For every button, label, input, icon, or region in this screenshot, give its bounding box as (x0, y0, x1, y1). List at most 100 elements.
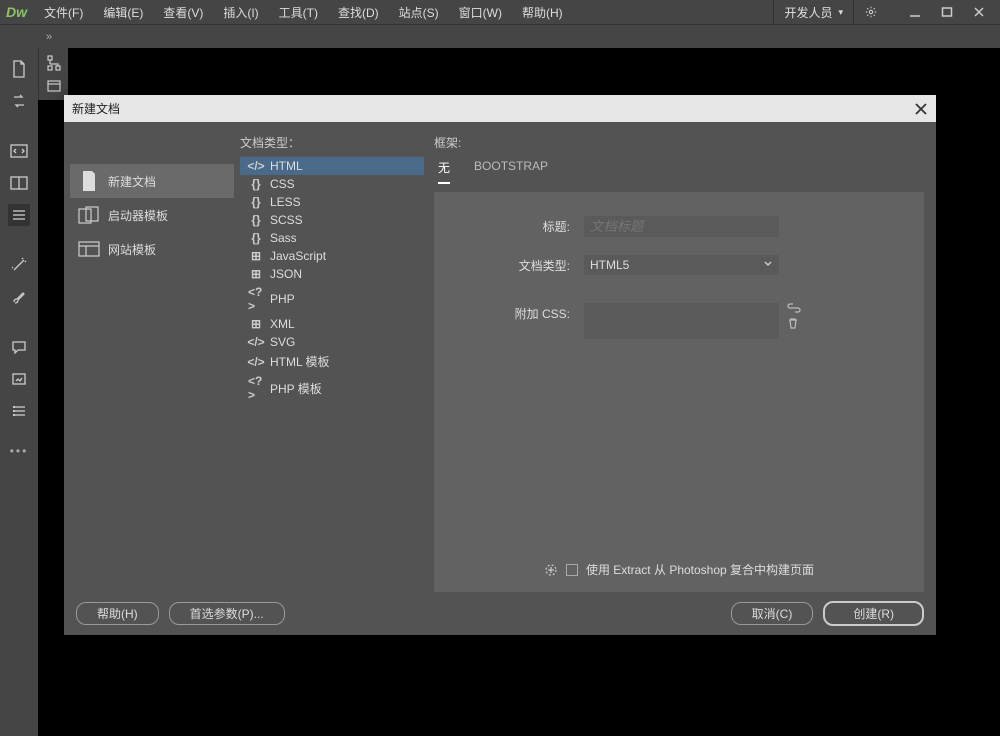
workspace-switcher[interactable]: 开发人员 ▾ (773, 0, 854, 24)
menu-edit[interactable]: 编辑(E) (94, 4, 152, 21)
category-label: 新建文档 (108, 173, 156, 190)
starter-icon (78, 206, 100, 224)
menubar: Dw 文件(F) 编辑(E) 查看(V) 插入(I) 工具(T) 查找(D) 站… (0, 0, 1000, 24)
menu-view[interactable]: 查看(V) (154, 4, 212, 21)
rail-panel (38, 48, 68, 100)
file-icon[interactable] (8, 58, 30, 80)
extract-icon (544, 563, 558, 577)
dialog-close-button[interactable] (914, 102, 928, 116)
dialog-footer: 帮助(H) 首选参数(P)... 取消(C) 创建(R) (64, 592, 936, 635)
tab-overflow-marker[interactable]: » (46, 31, 52, 43)
tab-strip: » (0, 24, 1000, 48)
tab-none[interactable]: 无 (438, 157, 450, 184)
braces-icon: {} (248, 231, 264, 245)
menu-site[interactable]: 站点(S) (390, 4, 448, 21)
code-icon: </> (248, 159, 264, 173)
panel-icon[interactable] (46, 78, 62, 94)
new-document-dialog: 新建文档 新建文档 启动器模板 网站模板 文档类型： </>HTML (64, 95, 936, 635)
doctype-item-css[interactable]: {}CSS (240, 175, 424, 193)
file-icon (78, 172, 100, 190)
code-icon[interactable] (8, 140, 30, 162)
doctype-item-html[interactable]: </>HTML (240, 157, 424, 175)
category-site-templates[interactable]: 网站模板 (70, 232, 234, 266)
php-icon: <?> (248, 285, 264, 313)
doctype-item-json[interactable]: ⊞JSON (240, 265, 424, 283)
tool-rail: ••• (0, 48, 38, 736)
create-button[interactable]: 创建(R) (823, 601, 924, 626)
doctype-item-sass[interactable]: {}Sass (240, 229, 424, 247)
chevron-down-icon (763, 259, 773, 269)
doctype-header: 文档类型： (240, 134, 424, 151)
app-logo: Dw (6, 4, 27, 20)
code-icon: </> (248, 355, 264, 369)
frame-tabs: 无 BOOTSTRAP (434, 157, 924, 184)
doctype-item-js[interactable]: ⊞JavaScript (240, 247, 424, 265)
help-button[interactable]: 帮助(H) (76, 602, 159, 625)
braces-icon: {} (248, 213, 264, 227)
grid-icon: ⊞ (248, 317, 264, 331)
menu-help[interactable]: 帮助(H) (513, 4, 572, 21)
tab-bootstrap[interactable]: BOOTSTRAP (474, 157, 548, 184)
css-list[interactable] (584, 303, 779, 339)
doctype-label: 文档类型: (454, 255, 584, 274)
php-icon: <?> (248, 374, 264, 402)
menu-file[interactable]: 文件(F) (35, 4, 92, 21)
doctype-item-scss[interactable]: {}SCSS (240, 211, 424, 229)
doctype-item-html-template[interactable]: </>HTML 模板 (240, 351, 424, 372)
doctype-panel: 文档类型： </>HTML {}CSS {}LESS {}SCSS {}Sass… (234, 134, 424, 592)
more-icon[interactable]: ••• (10, 444, 29, 458)
code-icon: </> (248, 335, 264, 349)
doctype-item-less[interactable]: {}LESS (240, 193, 424, 211)
doctype-item-xml[interactable]: ⊞XML (240, 315, 424, 333)
menu-find[interactable]: 查找(D) (329, 4, 388, 21)
category-label: 启动器模板 (108, 207, 168, 224)
menu-insert[interactable]: 插入(I) (214, 4, 267, 21)
doctype-item-php-template[interactable]: <?>PHP 模板 (240, 372, 424, 404)
grid-icon: ⊞ (248, 249, 264, 263)
css-label: 附加 CSS: (454, 303, 584, 322)
doctype-select[interactable]: HTML5 (584, 255, 779, 275)
title-input[interactable] (584, 216, 779, 237)
cancel-button[interactable]: 取消(C) (731, 602, 814, 625)
frame-header: 框架: (434, 134, 924, 151)
form-box: 标题: 文档类型: HTML5 附加 CSS: (434, 192, 924, 592)
doctype-item-php[interactable]: <?>PHP (240, 283, 424, 315)
sitetpl-icon (78, 240, 100, 258)
category-starter-templates[interactable]: 启动器模板 (70, 198, 234, 232)
title-label: 标题: (454, 216, 584, 235)
swap-icon[interactable] (8, 90, 30, 112)
grid-icon: ⊞ (248, 267, 264, 281)
comment-icon[interactable] (8, 336, 30, 358)
wand-icon[interactable] (8, 254, 30, 276)
window-maximize-button[interactable] (932, 0, 962, 24)
braces-icon: {} (248, 177, 264, 191)
dom-icon[interactable] (45, 54, 63, 72)
layers-icon[interactable] (8, 400, 30, 422)
trash-icon[interactable] (787, 317, 801, 329)
doctype-item-svg[interactable]: </>SVG (240, 333, 424, 351)
category-new-doc[interactable]: 新建文档 (70, 164, 234, 198)
category-list: 新建文档 启动器模板 网站模板 (64, 134, 234, 592)
braces-icon: {} (248, 195, 264, 209)
extract-label: 使用 Extract 从 Photoshop 复合中构建页面 (586, 561, 814, 578)
link-icon[interactable] (787, 303, 801, 313)
frame-panel: 框架: 无 BOOTSTRAP 标题: 文档类型: HTML5 (424, 134, 924, 592)
window-close-button[interactable] (964, 0, 994, 24)
brush-icon[interactable] (8, 286, 30, 308)
gear-icon[interactable] (856, 0, 886, 24)
doctype-list: </>HTML {}CSS {}LESS {}SCSS {}Sass ⊞Java… (240, 157, 424, 404)
extract-row: 使用 Extract 从 Photoshop 复合中构建页面 (434, 561, 924, 578)
dialog-title-bar: 新建文档 (64, 95, 936, 122)
window-minimize-button[interactable] (900, 0, 930, 24)
category-label: 网站模板 (108, 241, 156, 258)
workspace-label: 开发人员 (784, 4, 832, 21)
assets-icon[interactable] (8, 368, 30, 390)
doctype-value: HTML5 (590, 258, 629, 272)
dialog-title: 新建文档 (72, 100, 120, 117)
split-icon[interactable] (8, 172, 30, 194)
list-icon[interactable] (8, 204, 30, 226)
prefs-button[interactable]: 首选参数(P)... (169, 602, 285, 625)
menu-tools[interactable]: 工具(T) (270, 4, 327, 21)
menu-window[interactable]: 窗口(W) (450, 4, 511, 21)
extract-checkbox[interactable] (566, 564, 578, 576)
